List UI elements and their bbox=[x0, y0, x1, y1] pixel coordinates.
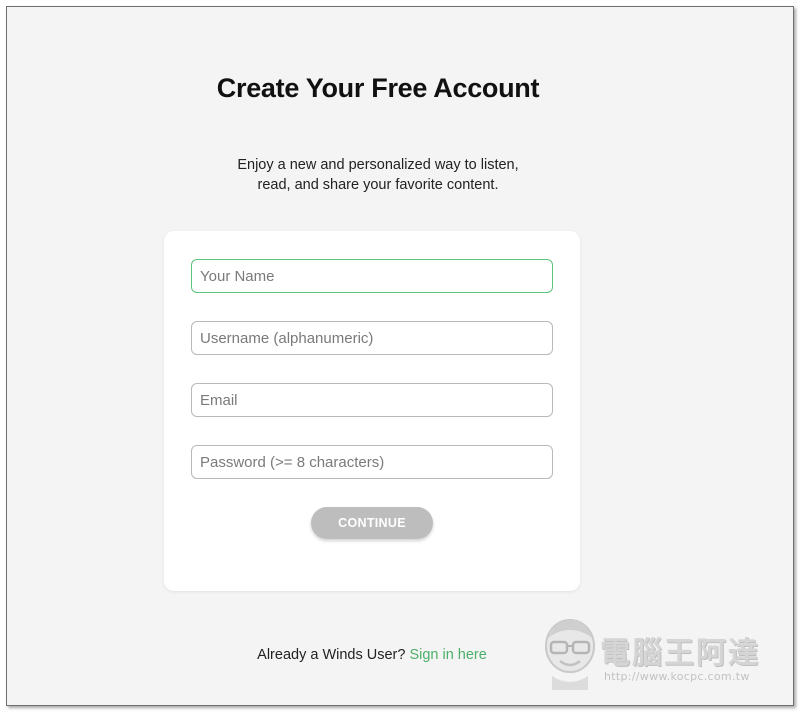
subtitle-line-2: read, and share your favorite content. bbox=[257, 177, 499, 193]
watermark: 電腦王阿達 http://www.kocpc.com.tw bbox=[538, 614, 783, 692]
signup-card: CONTINUE bbox=[164, 231, 580, 591]
watermark-url: http://www.kocpc.com.tw bbox=[604, 670, 750, 683]
subtitle-line-1: Enjoy a new and personalized way to list… bbox=[237, 157, 519, 173]
mascot-icon bbox=[545, 619, 595, 690]
name-input[interactable] bbox=[191, 259, 553, 293]
continue-button[interactable]: CONTINUE bbox=[311, 507, 433, 539]
page-title: Create Your Free Account bbox=[216, 73, 540, 103]
email-input[interactable] bbox=[191, 383, 553, 417]
sign-in-link[interactable]: Sign in here bbox=[409, 647, 486, 663]
page-subtitle: Enjoy a new and personalized way to list… bbox=[7, 155, 749, 195]
username-input[interactable] bbox=[191, 321, 553, 355]
app-window: Create Your Free Account Enjoy a new and… bbox=[6, 6, 794, 706]
watermark-text: 電腦王阿達 bbox=[600, 636, 760, 671]
password-input[interactable] bbox=[191, 445, 553, 479]
already-user-text: Already a Winds User? bbox=[257, 647, 406, 663]
